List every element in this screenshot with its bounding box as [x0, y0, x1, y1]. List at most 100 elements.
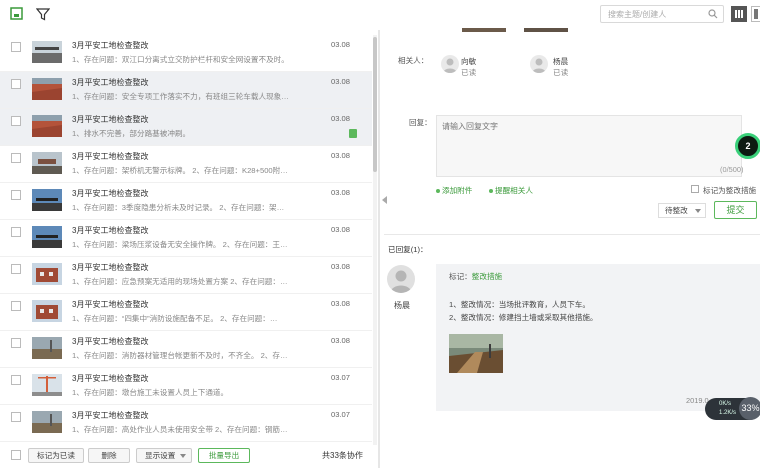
notification-badge[interactable]: 2	[735, 133, 760, 159]
list-item[interactable]: 3月平安工地检查整改 1、存在问题：双江口分离式立交防护栏杆和安全网设置不及时。 0…	[0, 35, 372, 72]
display-settings-dropdown[interactable]: 显示设置	[136, 448, 192, 463]
mark-read-button[interactable]: 标记为已读	[28, 448, 84, 463]
submit-button[interactable]: 提交	[714, 201, 757, 219]
list-view-button[interactable]	[731, 6, 747, 22]
row-thumbnail	[32, 78, 62, 100]
add-attachment-label: 添加附件	[442, 186, 473, 195]
row-description: 1、存在问题：架桥机无警示标牌。 2、存在问题：K28+500附…	[72, 166, 288, 175]
split-view-button[interactable]	[751, 6, 760, 22]
list-item[interactable]: 3月平安工地检查整改 1、存在问题：架桥机无警示标牌。 2、存在问题：K28+50…	[0, 146, 372, 183]
row-date: 03.08	[331, 40, 351, 49]
section-divider	[384, 234, 760, 235]
list-item[interactable]: 3月平安工地检查整改 1、存在问题：消防器材管理台帐更新不及时，不齐全。 2、存……	[0, 331, 372, 368]
person-read-state: 已读	[553, 68, 569, 77]
search-box[interactable]	[600, 5, 724, 23]
list-item[interactable]: 3月平安工地检查整改 1、存在问题：安全专项工作落实不力，有班组三轮车载人现象… 0…	[0, 72, 372, 109]
remind-related-link[interactable]: 提醒相关人	[489, 185, 533, 196]
reply-label: 回复：	[409, 118, 432, 127]
list-item[interactable]: 3月平安工地检查整改 1、存在问题：“四集中”消防设施配备不足。 2、存在问题：……	[0, 294, 372, 331]
reply-photo[interactable]	[449, 334, 503, 373]
row-thumbnail	[32, 41, 62, 63]
reply-line: 1、整改情况：当场批评教育，人员下车。	[449, 300, 590, 309]
network-speed-widget[interactable]: 0K/s 1.2K/s 33%	[705, 397, 760, 420]
row-description: 1、存在问题：安全专项工作落实不力，有班组三轮车载人现象…	[72, 92, 289, 101]
reply-author-avatar[interactable]	[387, 265, 415, 293]
reply-textarea[interactable]	[436, 115, 742, 177]
scrollbar-thumb[interactable]	[373, 37, 377, 172]
list-item[interactable]: 3月平安工地检查整改 1、排水不完善，部分路基被冲刷。 03.08	[0, 109, 372, 146]
row-thumbnail	[32, 374, 62, 396]
row-description: 1、存在问题：3季度隐患分析未及时记录。 2、存在问题：架…	[72, 203, 285, 212]
chevron-down-icon	[180, 454, 186, 458]
avatar[interactable]	[441, 55, 459, 73]
row-checkbox[interactable]	[11, 190, 21, 200]
row-checkbox[interactable]	[11, 338, 21, 348]
row-description: 1、存在问题：双江口分离式立交防护栏杆和安全网设置不及时。	[72, 55, 289, 64]
row-checkbox[interactable]	[11, 116, 21, 126]
row-thumbnail	[32, 300, 62, 322]
row-description: 1、存在问题：高处作业人员未使用安全带 2、存在问题：钢筋…	[72, 425, 288, 434]
top-toolbar	[0, 0, 760, 30]
reply-tag: 标记：整改措施	[449, 271, 502, 282]
select-all-checkbox[interactable]	[11, 450, 21, 460]
reply-tag-label: 标记：	[449, 272, 472, 281]
row-checkbox[interactable]	[11, 375, 21, 385]
row-thumbnail	[32, 337, 62, 359]
remind-icon	[489, 189, 493, 193]
download-speed: 1.2K/s	[719, 410, 737, 416]
row-checkbox[interactable]	[11, 264, 21, 274]
collapse-arrow-icon[interactable]	[382, 196, 387, 204]
row-description: 1、存在问题：消防器材管理台帐更新不及时，不齐全。 2、存…	[72, 351, 288, 360]
new-collaboration-icon[interactable]	[10, 7, 24, 21]
status-select-value: 待整改	[665, 206, 688, 215]
row-checkbox[interactable]	[11, 153, 21, 163]
row-date: 03.08	[331, 299, 351, 308]
attachment-file-icon[interactable]	[349, 129, 357, 138]
user-silhouette-icon	[532, 58, 546, 73]
delete-button[interactable]: 删除	[88, 448, 130, 463]
display-settings-label: 显示设置	[145, 451, 176, 460]
row-date: 03.08	[331, 151, 351, 160]
list-item[interactable]: 3月平安工地检查整改 1、存在问题：3季度隐患分析未及时记录。 2、存在问题：架……	[0, 183, 372, 220]
row-description: 1、存在问题：梁场压浆设备无安全操作牌。 2、存在问题：王…	[72, 240, 288, 249]
person-read-state: 已读	[461, 68, 477, 77]
detail-photo-strip	[462, 28, 568, 32]
row-thumbnail	[32, 411, 62, 433]
row-title: 3月平安工地检查整改	[72, 152, 149, 161]
filter-icon[interactable]	[36, 7, 50, 21]
row-title: 3月平安工地检查整改	[72, 300, 149, 309]
batch-export-button[interactable]: 批量导出	[198, 448, 250, 463]
search-icon[interactable]	[708, 9, 718, 19]
row-description: 1、存在问题：应急预案无适用的现场处置方案 2、存在问题：…	[72, 277, 288, 286]
row-description: 1、排水不完善，部分路基被冲刷。	[72, 129, 191, 138]
app: 3月平安工地检查整改 1、存在问题：双江口分离式立交防护栏杆和安全网设置不及时。 0…	[0, 0, 760, 468]
list-item[interactable]: 3月平安工地检查整改 1、存在问题：高处作业人员未使用安全带 2、存在问题：钢筋……	[0, 405, 372, 442]
row-description: 1、存在问题：“四集中”消防设施配备不足。 2、存在问题：…	[72, 314, 278, 323]
person-name: 杨晨	[553, 57, 569, 66]
row-checkbox[interactable]	[11, 227, 21, 237]
row-date: 03.08	[331, 262, 351, 271]
row-title: 3月平安工地检查整改	[72, 374, 149, 383]
row-thumbnail	[32, 189, 62, 211]
avatar[interactable]	[530, 55, 548, 73]
reply-author-name: 杨晨	[394, 301, 410, 310]
list-item[interactable]: 3月平安工地检查整改 1、存在问题：梁场压浆设备无安全操作牌。 2、存在问题：王……	[0, 220, 372, 257]
list-scrollbar[interactable]	[373, 35, 377, 445]
list-item[interactable]: 3月平安工地检查整改 1、存在问题：应急预案无适用的现场处置方案 2、存在问题：……	[0, 257, 372, 294]
row-date: 03.08	[331, 114, 351, 123]
reply-tag-value: 整改措施	[471, 272, 503, 281]
row-checkbox[interactable]	[11, 301, 21, 311]
mark-measure-checkbox[interactable]	[691, 185, 699, 193]
list-item[interactable]: 3月平安工地检查整改 1、存在问题：墩台施工未设置人员上下通道。 03.07	[0, 368, 372, 405]
row-title: 3月平安工地检查整改	[72, 41, 149, 50]
row-thumbnail	[32, 226, 62, 248]
row-thumbnail	[32, 115, 62, 137]
add-attachment-link[interactable]: 添加附件	[436, 185, 472, 196]
row-checkbox[interactable]	[11, 79, 21, 89]
row-checkbox[interactable]	[11, 412, 21, 422]
row-checkbox[interactable]	[11, 42, 21, 52]
status-select[interactable]: 待整改	[658, 203, 706, 218]
pane-splitter[interactable]	[378, 30, 380, 468]
row-title: 3月平安工地检查整改	[72, 189, 149, 198]
search-input[interactable]	[601, 6, 701, 22]
